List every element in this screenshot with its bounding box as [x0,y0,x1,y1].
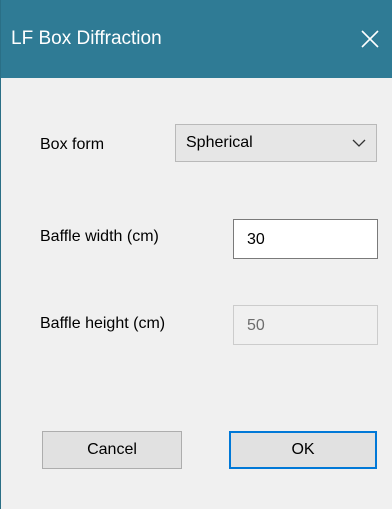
ok-button[interactable]: OK [229,431,377,469]
baffle-width-label: Baffle width (cm) [40,228,159,245]
window-title: LF Box Diffraction [11,28,162,49]
box-form-dropdown[interactable]: Spherical [175,124,377,162]
baffle-height-value: 50 [247,317,265,334]
chevron-down-icon [352,139,366,147]
dialog-body: Box form Spherical Baffle width (cm) 30 … [1,78,392,509]
box-form-label: Box form [40,136,105,153]
dialog-window: LF Box Diffraction Box form Spherical Ba… [0,0,392,509]
close-icon [361,30,379,48]
baffle-width-value: 30 [247,231,265,248]
baffle-height-input: 50 [233,305,378,345]
close-button[interactable] [347,18,392,60]
baffle-width-input[interactable]: 30 [233,219,378,259]
baffle-height-label: Baffle height (cm) [40,315,166,332]
cancel-button[interactable]: Cancel [42,431,182,469]
box-form-selected-value: Spherical [186,134,253,151]
title-bar[interactable]: LF Box Diffraction [1,0,392,78]
